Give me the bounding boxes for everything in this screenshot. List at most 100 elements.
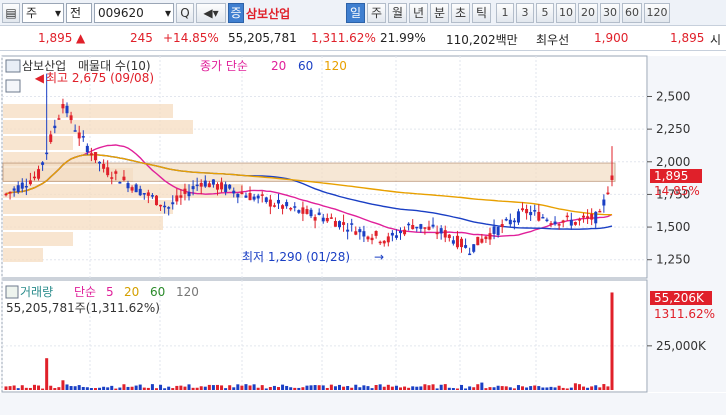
- volume-bar: [557, 385, 561, 390]
- volume-bar: [561, 387, 565, 390]
- candle-body: [573, 222, 577, 225]
- period-button-3[interactable]: 년: [409, 3, 428, 23]
- volume-bar: [354, 384, 358, 390]
- volume-value: 55,205,781: [228, 31, 297, 45]
- candle-body: [516, 211, 520, 223]
- interval-button-60[interactable]: 60: [622, 3, 642, 23]
- candle-body: [598, 210, 602, 213]
- interval-button-1[interactable]: 1: [496, 3, 514, 23]
- volume-bar: [362, 385, 366, 390]
- candle-body: [557, 224, 561, 226]
- volume-ma-20: 20: [124, 285, 139, 299]
- volume-bar: [248, 385, 252, 390]
- candle-body: [159, 204, 163, 207]
- stock-code-input[interactable]: 009620 ▾: [94, 3, 174, 23]
- bid-price: 1,895: [670, 31, 705, 45]
- volume-bar: [179, 385, 183, 390]
- candle-body: [423, 227, 427, 229]
- profile-bar: [3, 216, 163, 230]
- volume-bar: [276, 387, 280, 390]
- volume-bar: [268, 387, 272, 390]
- candle-body: [374, 231, 378, 236]
- candle-body: [256, 195, 260, 199]
- period-button-6[interactable]: 틱: [472, 3, 491, 23]
- period-button-0[interactable]: 일: [346, 3, 365, 23]
- volume-bar: [435, 388, 439, 390]
- candle-body: [289, 207, 293, 210]
- candle-body: [171, 202, 175, 205]
- candle-body: [553, 221, 557, 225]
- period-button-4[interactable]: 분: [430, 3, 449, 23]
- price-change: 245: [130, 31, 153, 45]
- candle-body: [260, 194, 264, 196]
- volume-bar: [419, 386, 423, 390]
- volume-bar: [32, 384, 36, 390]
- candle-body: [252, 196, 256, 200]
- candle-body: [488, 233, 492, 240]
- period-button-2[interactable]: 월: [388, 3, 407, 23]
- price-tick-label: 2,000: [656, 155, 690, 169]
- volume-legend-toggle-icon[interactable]: [5, 285, 19, 299]
- candle-body: [12, 188, 16, 191]
- candle-body: [264, 197, 268, 202]
- candle-body: [577, 219, 581, 221]
- candle-body: [73, 130, 77, 132]
- candle-body: [386, 236, 390, 243]
- candle-body: [512, 220, 516, 223]
- price-tick-label: 2,250: [656, 122, 690, 136]
- candle-body: [333, 221, 337, 227]
- grid-toggle-icon[interactable]: [5, 79, 21, 93]
- volume-bar: [260, 385, 264, 390]
- candle-body: [126, 183, 130, 189]
- candle-body: [504, 218, 508, 221]
- market-select[interactable]: 주 ▾: [22, 3, 64, 23]
- candle-body: [533, 210, 537, 212]
- candle-body: [403, 229, 407, 235]
- current-price: 1,895: [38, 31, 73, 45]
- high-arrow-icon: ◀: [35, 71, 45, 85]
- candle-body: [342, 222, 346, 225]
- candle-body: [199, 182, 203, 187]
- speaker-icon[interactable]: ◀▾: [196, 3, 226, 23]
- candle-body: [346, 229, 350, 232]
- volume-bar: [374, 385, 378, 390]
- volume-bar: [504, 386, 508, 390]
- volume-bar: [163, 388, 167, 390]
- volume-bar: [183, 386, 187, 390]
- volume-bar: [77, 385, 81, 390]
- volume-bar: [516, 385, 520, 390]
- volume-bar: [252, 384, 256, 390]
- candle-body: [399, 230, 403, 234]
- market-label: 주: [26, 6, 38, 20]
- interval-button-20[interactable]: 20: [578, 3, 598, 23]
- candle-body: [114, 171, 118, 174]
- interval-button-30[interactable]: 30: [600, 3, 620, 23]
- legend-toggle-icon[interactable]: [5, 59, 21, 73]
- interval-button-5[interactable]: 5: [536, 3, 554, 23]
- period-button-5[interactable]: 초: [451, 3, 470, 23]
- search-icon[interactable]: Q: [176, 3, 194, 23]
- volume-bar: [386, 384, 390, 390]
- volume-bar: [508, 387, 512, 390]
- stock-chart[interactable]: 2,5002,2502,0001,7501,5001,25025,000K202…: [0, 52, 726, 415]
- candle-body: [146, 192, 150, 196]
- period-button-1[interactable]: 주: [367, 3, 386, 23]
- volume-bar: [325, 387, 329, 390]
- volume-bar: [423, 384, 427, 390]
- volume-bar: [573, 383, 577, 390]
- candle-body: [569, 219, 573, 226]
- volume-bar: [594, 385, 598, 390]
- profile-bar: [3, 232, 73, 246]
- volume-bar: [118, 387, 122, 390]
- interval-button-3[interactable]: 3: [516, 3, 534, 23]
- candle-body: [93, 152, 97, 161]
- candle-body: [37, 169, 41, 179]
- volume-bar: [28, 387, 32, 390]
- type-select[interactable]: 전: [66, 3, 92, 23]
- volume-bar: [313, 385, 317, 390]
- volume-bar: [134, 385, 138, 390]
- candle-body: [179, 195, 183, 198]
- interval-button-10[interactable]: 10: [556, 3, 576, 23]
- chart-settings-icon[interactable]: ▤: [2, 3, 20, 23]
- interval-button-120[interactable]: 120: [644, 3, 670, 23]
